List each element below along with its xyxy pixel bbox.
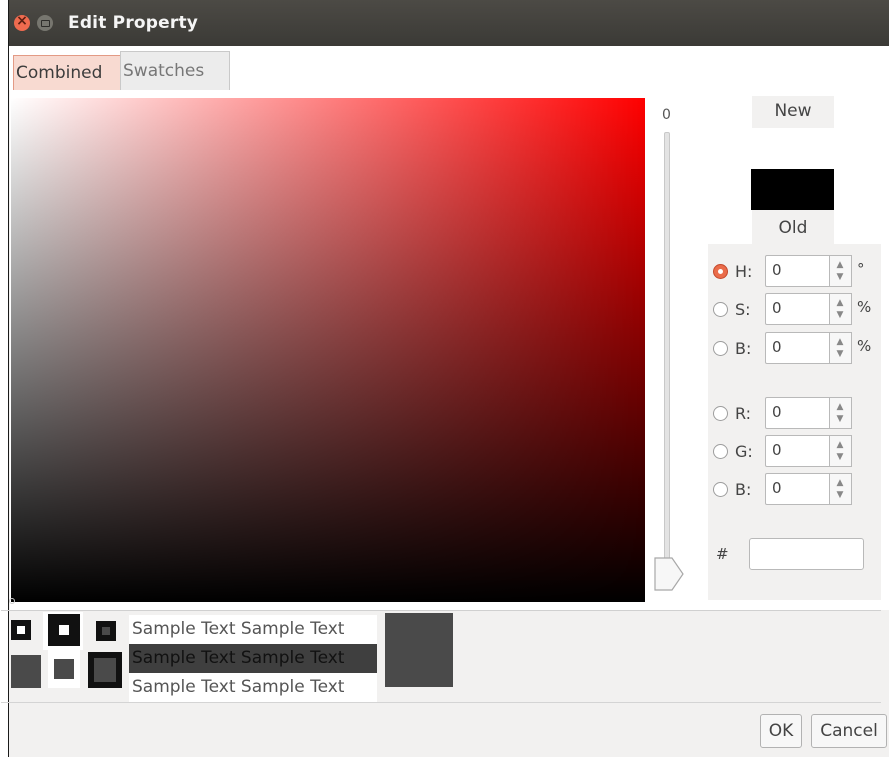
new-color-swatch (751, 128, 834, 169)
saturation-unit: % (857, 298, 872, 316)
preview-color-block (385, 613, 453, 687)
red-radio[interactable] (713, 406, 728, 421)
green-input[interactable]: 0 (765, 435, 830, 467)
preview-square-dark-inner (94, 658, 116, 682)
title-bar: Edit Property (9, 0, 889, 46)
saturation-label: S: (735, 300, 751, 319)
spin-up-icon[interactable]: ▲ (830, 402, 850, 412)
tab-combined[interactable]: Combined (13, 55, 123, 91)
blue-spinner[interactable]: ▲ ▼ (830, 473, 852, 505)
preview-square-inner-gray (102, 627, 110, 635)
sample-text-line: Sample Text Sample Text (129, 644, 377, 673)
saturation-input[interactable]: 0 (765, 293, 830, 325)
cancel-button[interactable]: Cancel (811, 714, 887, 748)
new-color-label: New (752, 96, 834, 128)
spin-down-icon[interactable]: ▼ (830, 414, 850, 424)
hex-input[interactable] (749, 538, 864, 570)
red-input[interactable]: 0 (765, 397, 830, 429)
window-title: Edit Property (68, 13, 199, 33)
spin-down-icon[interactable]: ▼ (830, 349, 850, 359)
button-bar-separator (1, 702, 881, 703)
spin-up-icon[interactable]: ▲ (830, 440, 850, 450)
green-radio[interactable] (713, 444, 728, 459)
old-color-swatch[interactable] (751, 169, 834, 210)
hue-slider-thumb[interactable] (654, 556, 684, 592)
minimize-icon[interactable] (37, 15, 53, 31)
green-spinner[interactable]: ▲ ▼ (830, 435, 852, 467)
spin-down-icon[interactable]: ▼ (830, 310, 850, 320)
spin-up-icon[interactable]: ▲ (830, 260, 850, 270)
ok-button[interactable]: OK (760, 714, 802, 748)
hue-input[interactable]: 0 (765, 255, 830, 287)
saturation-spinner[interactable]: ▲ ▼ (830, 293, 852, 325)
green-label: G: (735, 442, 753, 461)
blue-input[interactable]: 0 (765, 473, 830, 505)
preview-square-inner-white-2 (59, 625, 69, 635)
tab-swatches[interactable]: Swatches (120, 51, 230, 90)
hue-spinner[interactable]: ▲ ▼ (830, 255, 852, 287)
preview-separator (1, 610, 881, 611)
saturation-brightness-field[interactable] (11, 98, 645, 602)
brightness-label: B: (735, 339, 752, 358)
red-spinner[interactable]: ▲ ▼ (830, 397, 852, 429)
red-label: R: (735, 404, 752, 423)
old-color-label: Old (752, 210, 834, 244)
spin-up-icon[interactable]: ▲ (830, 478, 850, 488)
brightness-spinner[interactable]: ▲ ▼ (830, 332, 852, 364)
tab-strip: Combined Swatches (9, 46, 889, 91)
hex-label: # (716, 545, 729, 563)
hue-unit: ° (857, 260, 865, 278)
hue-slider-track[interactable] (664, 132, 670, 570)
blue-label: B: (735, 480, 752, 499)
spin-up-icon[interactable]: ▲ (830, 298, 850, 308)
spin-up-icon[interactable]: ▲ (830, 337, 850, 347)
hue-radio[interactable] (713, 264, 728, 279)
close-icon[interactable] (14, 13, 30, 31)
brightness-input[interactable]: 0 (765, 332, 830, 364)
preview-square-gray-inner (54, 659, 74, 679)
spin-down-icon[interactable]: ▼ (830, 452, 850, 462)
preview-square-gray-left (11, 655, 41, 688)
brightness-radio[interactable] (713, 341, 728, 356)
hue-slider-label: 0 (662, 107, 671, 123)
brightness-unit: % (857, 337, 872, 355)
blue-radio[interactable] (713, 482, 728, 497)
sample-text-line: Sample Text Sample Text (129, 673, 377, 702)
preview-square-inner-white (17, 626, 25, 634)
sample-text-line: Sample Text Sample Text (129, 615, 377, 644)
hue-label: H: (735, 262, 753, 281)
spin-down-icon[interactable]: ▼ (830, 490, 850, 500)
color-field-cursor[interactable] (9, 598, 15, 604)
saturation-radio[interactable] (713, 302, 728, 317)
spin-down-icon[interactable]: ▼ (830, 272, 850, 282)
